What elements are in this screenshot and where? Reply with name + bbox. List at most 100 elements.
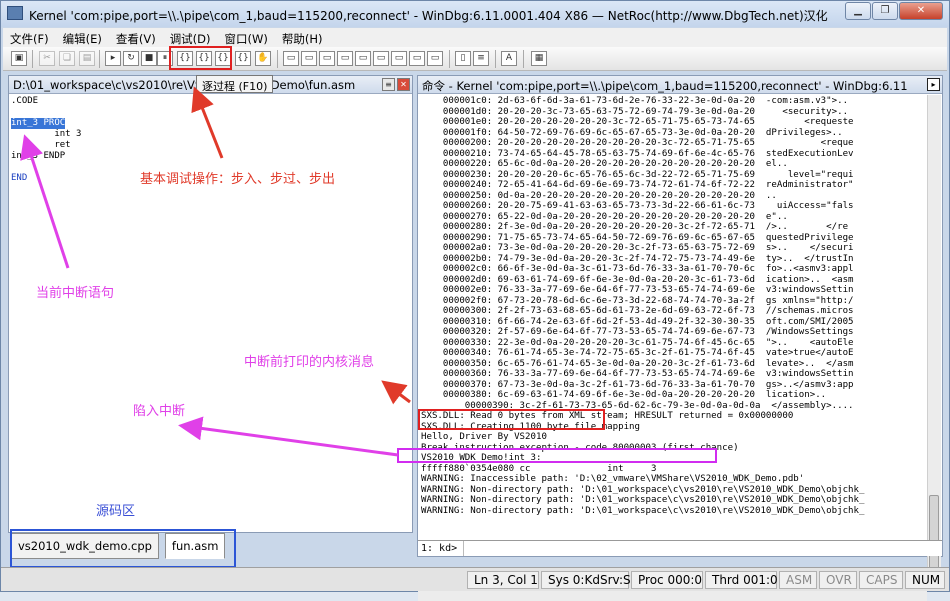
toolbar-separator bbox=[32, 50, 33, 68]
status-ovr: OVR bbox=[819, 571, 857, 589]
options-icon[interactable]: ▦ bbox=[531, 51, 547, 66]
scrollbar-thumb[interactable] bbox=[929, 495, 939, 577]
pane-menu-icon[interactable]: ≡ bbox=[382, 78, 395, 91]
log-line: fffff880`0354e080 cc int 3 bbox=[421, 463, 657, 474]
annotation-current-break: 当前中断语句 bbox=[36, 286, 115, 301]
kd-prompt: 1: kd> bbox=[421, 543, 458, 554]
run-to-cursor-icon[interactable]: {} bbox=[235, 51, 251, 66]
annotation-kernel-msg: 中断前打印的内核消息 bbox=[244, 355, 375, 370]
registers-window-icon[interactable]: ▭ bbox=[337, 51, 353, 66]
hex-dump-line: 000002d0: 69-63-61-74-69-6f-6e-3e-0d-0a-… bbox=[421, 274, 854, 285]
status-asm: ASM bbox=[779, 571, 817, 589]
cut-icon[interactable]: ✂ bbox=[39, 51, 55, 66]
hex-dump-line: 00000250: 0d-0a-20-20-20-20-20-20-20-20-… bbox=[421, 190, 854, 201]
toolbar-separator bbox=[277, 50, 278, 68]
menu-file[interactable]: 文件(F) bbox=[3, 28, 56, 47]
windbg-window: Kernel 'com:pipe,port=\\.\pipe\com_1,bau… bbox=[0, 0, 950, 601]
memory-window-icon[interactable]: ▭ bbox=[355, 51, 371, 66]
code-line: int 3 bbox=[11, 129, 82, 139]
log-line: WARNING: Non-directory path: 'D:\01_work… bbox=[421, 495, 865, 505]
log-line: WARNING: Inaccessible path: 'D:\02_vmwar… bbox=[421, 474, 805, 484]
window-controls: ▁ ❐ ✕ bbox=[845, 2, 943, 20]
hex-dump-line: 00000380: 6c-69-63-61-74-69-6f-6e-3e-0d-… bbox=[421, 390, 854, 400]
toolbar-separator bbox=[495, 50, 496, 68]
status-position: Ln 3, Col 1 bbox=[467, 571, 539, 589]
open-icon[interactable]: ▣ bbox=[11, 51, 27, 66]
hex-dump-line: 000001c0: 2d-63-6f-6d-3a-61-73-6d-2e-76-… bbox=[421, 96, 854, 106]
source-mode-icon[interactable]: ▯ bbox=[455, 51, 471, 66]
menu-bar: 文件(F) 编辑(E) 查看(V) 调试(D) 窗口(W) 帮助(H) bbox=[3, 28, 947, 47]
font-icon[interactable]: A bbox=[501, 51, 517, 66]
copy-icon[interactable]: ❏ bbox=[59, 51, 75, 66]
hex-dump-line: 00000290: 71-75-65-73-74-65-64-50-72-69-… bbox=[421, 232, 854, 243]
hex-dump-line: 00000350: 6c-65-76-61-74-65-3e-0d-0a-20-… bbox=[421, 358, 854, 369]
log-line: Hello, Driver By VS2010 bbox=[421, 432, 547, 442]
vertical-scrollbar[interactable] bbox=[927, 95, 941, 587]
hex-dump-line: 00000200: 20-20-20-20-20-20-20-20-20-20-… bbox=[421, 138, 854, 148]
command-input[interactable] bbox=[463, 541, 942, 556]
hex-dump-line: 00000230: 20-20-20-20-6c-65-76-65-6c-3d-… bbox=[421, 169, 854, 180]
hex-dump-line: 00000270: 65-22-0d-0a-20-20-20-20-20-20-… bbox=[421, 211, 854, 222]
line-numbers-icon[interactable]: ≡ bbox=[473, 51, 489, 66]
command-input-bar: 1: kd> bbox=[418, 540, 942, 556]
hex-dump-line: 00000280: 2f-3e-0d-0a-20-20-20-20-20-20-… bbox=[421, 222, 849, 232]
toolbar-separator bbox=[449, 50, 450, 68]
code-line: .CODE bbox=[11, 96, 39, 106]
menu-window[interactable]: 窗口(W) bbox=[218, 28, 275, 47]
locals-window-icon[interactable]: ▭ bbox=[319, 51, 335, 66]
menu-view[interactable]: 查看(V) bbox=[109, 28, 163, 47]
status-bar: Ln 3, Col 1 Sys 0:KdSrv:S Proc 000:0 Thr… bbox=[1, 567, 949, 591]
hex-dump-line: 00000300: 2f-2f-73-63-68-65-6d-61-73-2e-… bbox=[421, 306, 854, 316]
status-caps: CAPS bbox=[859, 571, 903, 589]
call-stack-window-icon[interactable]: ▭ bbox=[373, 51, 389, 66]
trap-instruction-highlight-box bbox=[397, 448, 717, 463]
scratch-pad-icon[interactable]: ▭ bbox=[409, 51, 425, 66]
toolbar-separator bbox=[523, 50, 524, 68]
maximize-button[interactable]: ❐ bbox=[872, 2, 898, 20]
code-line: END bbox=[11, 173, 28, 183]
kernel-message-highlight-box bbox=[418, 409, 605, 430]
status-thrd: Thrd 001:0 bbox=[705, 571, 778, 589]
paste-icon[interactable]: ▤ bbox=[79, 51, 95, 66]
go-icon[interactable]: ▸ bbox=[105, 51, 121, 66]
source-code: .CODE int_3 PROC int 3 ret int_3 ENDP END bbox=[11, 96, 81, 184]
hex-dump-line: 000002c0: 66-6f-3e-0d-0a-3c-61-73-6d-76-… bbox=[421, 264, 854, 274]
hex-dump-line: 00000330: 22-3e-0d-0a-20-20-20-20-3c-61-… bbox=[421, 337, 854, 348]
source-area-highlight-box bbox=[10, 529, 236, 568]
current-break-line[interactable]: int_3 PROC bbox=[11, 118, 66, 129]
command-window-icon[interactable]: ▭ bbox=[283, 51, 299, 66]
title-bar: Kernel 'com:pipe,port=\\.\pipe\com_1,bau… bbox=[1, 1, 949, 27]
pane-close-icon[interactable]: ✕ bbox=[397, 78, 410, 91]
status-num: NUM bbox=[905, 571, 945, 589]
hand-icon[interactable]: ✋ bbox=[255, 51, 271, 66]
command-pane-title: 命令 - Kernel 'com:pipe,port=\\.\pipe\com_… bbox=[418, 76, 942, 94]
pane-dock-icon[interactable]: ▸ bbox=[927, 78, 940, 91]
processes-threads-icon[interactable]: ▭ bbox=[427, 51, 443, 66]
code-line: int_3 ENDP bbox=[11, 151, 66, 161]
hex-dump-line: 00000360: 76-33-3a-77-69-6e-64-6f-77-73-… bbox=[421, 369, 854, 379]
toolbar: ▣ ✂ ❏ ▤ ▸ ↻ ■ ⏸ {} {} {} {} ✋ ▭ ▭ ▭ ▭ ▭ … bbox=[3, 47, 947, 71]
hex-dump-line: 000001e0: 20-20-20-20-20-20-20-3c-72-65-… bbox=[421, 117, 854, 127]
status-sys: Sys 0:KdSrv:S bbox=[541, 571, 631, 589]
disassembly-window-icon[interactable]: ▭ bbox=[391, 51, 407, 66]
annotation-debug-ops: 基本调试操作：步入、步过、步出 bbox=[140, 172, 336, 187]
menu-help[interactable]: 帮助(H) bbox=[275, 28, 330, 47]
stop-debugging-icon[interactable]: ■ bbox=[141, 51, 157, 66]
close-button[interactable]: ✕ bbox=[899, 2, 943, 20]
menu-debug[interactable]: 调试(D) bbox=[163, 28, 218, 47]
log-line: WARNING: Non-directory path: 'D:\01_work… bbox=[421, 484, 865, 495]
hex-dump-line: 00000210: 73-74-65-64-45-78-65-63-75-74-… bbox=[421, 148, 854, 159]
code-line: ret bbox=[11, 140, 71, 150]
watch-window-icon[interactable]: ▭ bbox=[301, 51, 317, 66]
hex-dump-line: 00000340: 76-61-74-65-3e-74-72-75-65-3c-… bbox=[421, 348, 854, 358]
menu-edit[interactable]: 编辑(E) bbox=[56, 28, 109, 47]
minimize-button[interactable]: ▁ bbox=[845, 2, 871, 20]
restart-icon[interactable]: ↻ bbox=[123, 51, 139, 66]
annotation-source-area: 源码区 bbox=[96, 504, 136, 519]
hex-dump-line: 000002b0: 74-79-3e-0d-0a-20-20-3c-2f-74-… bbox=[421, 253, 854, 264]
source-pane: D:\01_workspace\c\vs2010\re\VS2010_WDK_D… bbox=[8, 75, 413, 533]
command-pane: 命令 - Kernel 'com:pipe,port=\\.\pipe\com_… bbox=[417, 75, 943, 601]
hex-dump-line: 00000240: 72-65-41-64-6d-69-6e-69-73-74-… bbox=[421, 180, 854, 190]
